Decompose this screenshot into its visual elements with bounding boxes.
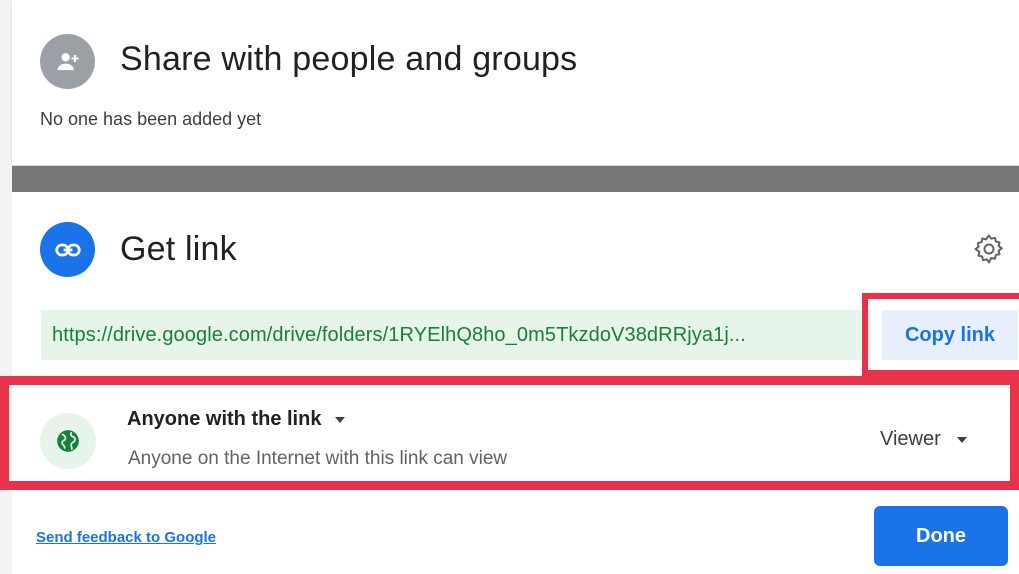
globe-icon-circle	[40, 413, 96, 469]
access-title: Anyone with the link	[127, 408, 322, 430]
divider	[12, 166, 1019, 192]
share-title: Share with people and groups	[120, 40, 578, 78]
caret-down-icon	[956, 436, 967, 443]
add-person-icon	[40, 34, 95, 89]
done-button[interactable]: Done	[874, 506, 1008, 566]
globe-icon	[57, 430, 79, 452]
caret-down-icon	[335, 416, 346, 423]
access-dropdown[interactable]: Anyone with the link	[127, 408, 346, 431]
feedback-link[interactable]: Send feedback to Google	[36, 529, 216, 546]
role-label: Viewer	[880, 428, 941, 450]
role-dropdown[interactable]: Viewer	[880, 428, 967, 451]
share-subtitle: No one has been added yet	[40, 109, 262, 129]
access-description: Anyone on the Internet with this link ca…	[128, 448, 508, 469]
access-row: Anyone with the link Anyone on the Inter…	[0, 192, 1019, 574]
share-section: Share with people and groups No one has …	[12, 0, 1019, 165]
